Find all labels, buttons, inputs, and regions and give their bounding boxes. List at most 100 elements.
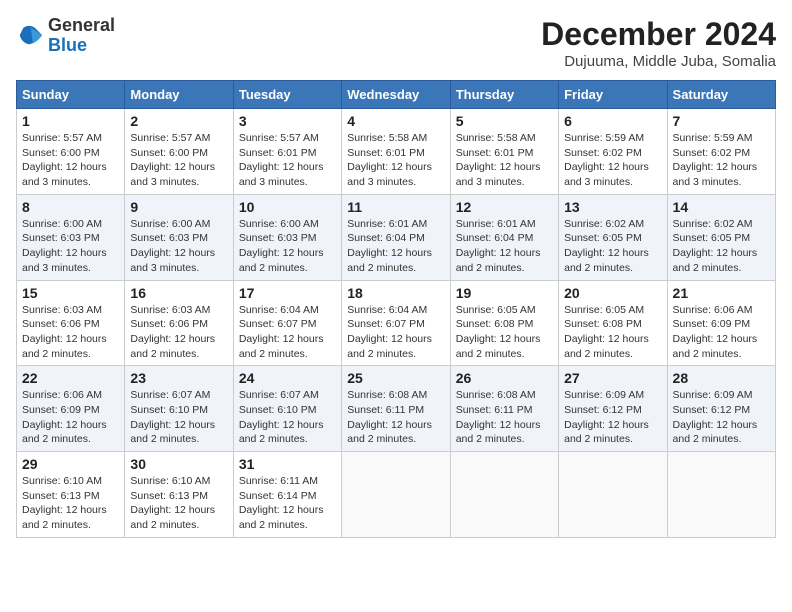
logo-general: General: [48, 15, 115, 35]
header-saturday: Saturday: [667, 81, 775, 109]
day-number: 5: [456, 113, 553, 129]
day-number: 9: [130, 199, 227, 215]
day-cell: 21 Sunrise: 6:06 AM Sunset: 6:09 PM Dayl…: [667, 280, 775, 366]
day-cell: 19 Sunrise: 6:05 AM Sunset: 6:08 PM Dayl…: [450, 280, 558, 366]
day-cell: 26 Sunrise: 6:08 AM Sunset: 6:11 PM Dayl…: [450, 366, 558, 452]
day-info: Sunrise: 6:05 AM Sunset: 6:08 PM Dayligh…: [456, 303, 553, 362]
day-cell: 15 Sunrise: 6:03 AM Sunset: 6:06 PM Dayl…: [17, 280, 125, 366]
day-number: 15: [22, 285, 119, 301]
day-number: 6: [564, 113, 661, 129]
day-cell: 18 Sunrise: 6:04 AM Sunset: 6:07 PM Dayl…: [342, 280, 450, 366]
day-cell: 14 Sunrise: 6:02 AM Sunset: 6:05 PM Dayl…: [667, 194, 775, 280]
day-number: 28: [673, 370, 770, 386]
day-cell: 7 Sunrise: 5:59 AM Sunset: 6:02 PM Dayli…: [667, 109, 775, 195]
day-number: 1: [22, 113, 119, 129]
day-info: Sunrise: 6:07 AM Sunset: 6:10 PM Dayligh…: [130, 388, 227, 447]
day-cell: 29 Sunrise: 6:10 AM Sunset: 6:13 PM Dayl…: [17, 452, 125, 538]
day-number: 14: [673, 199, 770, 215]
day-cell: 12 Sunrise: 6:01 AM Sunset: 6:04 PM Dayl…: [450, 194, 558, 280]
day-cell: 5 Sunrise: 5:58 AM Sunset: 6:01 PM Dayli…: [450, 109, 558, 195]
day-info: Sunrise: 6:10 AM Sunset: 6:13 PM Dayligh…: [130, 474, 227, 533]
header-tuesday: Tuesday: [233, 81, 341, 109]
day-info: Sunrise: 6:01 AM Sunset: 6:04 PM Dayligh…: [456, 217, 553, 276]
calendar-title: December 2024: [541, 16, 776, 53]
day-number: 24: [239, 370, 336, 386]
week-row-3: 15 Sunrise: 6:03 AM Sunset: 6:06 PM Dayl…: [17, 280, 776, 366]
day-cell: 25 Sunrise: 6:08 AM Sunset: 6:11 PM Dayl…: [342, 366, 450, 452]
day-cell: 22 Sunrise: 6:06 AM Sunset: 6:09 PM Dayl…: [17, 366, 125, 452]
week-row-1: 1 Sunrise: 5:57 AM Sunset: 6:00 PM Dayli…: [17, 109, 776, 195]
day-number: 22: [22, 370, 119, 386]
day-info: Sunrise: 6:03 AM Sunset: 6:06 PM Dayligh…: [130, 303, 227, 362]
day-number: 12: [456, 199, 553, 215]
week-row-5: 29 Sunrise: 6:10 AM Sunset: 6:13 PM Dayl…: [17, 452, 776, 538]
day-number: 3: [239, 113, 336, 129]
day-number: 17: [239, 285, 336, 301]
logo-icon: [16, 22, 44, 50]
day-cell: 10 Sunrise: 6:00 AM Sunset: 6:03 PM Dayl…: [233, 194, 341, 280]
header-monday: Monday: [125, 81, 233, 109]
day-number: 10: [239, 199, 336, 215]
header-sunday: Sunday: [17, 81, 125, 109]
day-info: Sunrise: 5:59 AM Sunset: 6:02 PM Dayligh…: [673, 131, 770, 190]
day-cell: 28 Sunrise: 6:09 AM Sunset: 6:12 PM Dayl…: [667, 366, 775, 452]
day-info: Sunrise: 6:09 AM Sunset: 6:12 PM Dayligh…: [673, 388, 770, 447]
day-cell: 13 Sunrise: 6:02 AM Sunset: 6:05 PM Dayl…: [559, 194, 667, 280]
day-cell: 4 Sunrise: 5:58 AM Sunset: 6:01 PM Dayli…: [342, 109, 450, 195]
day-info: Sunrise: 6:00 AM Sunset: 6:03 PM Dayligh…: [239, 217, 336, 276]
day-number: 19: [456, 285, 553, 301]
day-cell: 24 Sunrise: 6:07 AM Sunset: 6:10 PM Dayl…: [233, 366, 341, 452]
header-thursday: Thursday: [450, 81, 558, 109]
day-info: Sunrise: 6:10 AM Sunset: 6:13 PM Dayligh…: [22, 474, 119, 533]
day-cell: 9 Sunrise: 6:00 AM Sunset: 6:03 PM Dayli…: [125, 194, 233, 280]
day-info: Sunrise: 6:01 AM Sunset: 6:04 PM Dayligh…: [347, 217, 444, 276]
day-info: Sunrise: 6:11 AM Sunset: 6:14 PM Dayligh…: [239, 474, 336, 533]
day-number: 23: [130, 370, 227, 386]
title-section: December 2024 Dujuuma, Middle Juba, Soma…: [541, 16, 776, 70]
day-number: 31: [239, 456, 336, 472]
calendar-subtitle: Dujuuma, Middle Juba, Somalia: [541, 53, 776, 70]
page-header: General Blue December 2024 Dujuuma, Midd…: [16, 16, 776, 70]
day-number: 20: [564, 285, 661, 301]
day-info: Sunrise: 6:03 AM Sunset: 6:06 PM Dayligh…: [22, 303, 119, 362]
day-info: Sunrise: 5:58 AM Sunset: 6:01 PM Dayligh…: [347, 131, 444, 190]
day-info: Sunrise: 6:00 AM Sunset: 6:03 PM Dayligh…: [130, 217, 227, 276]
day-info: Sunrise: 6:04 AM Sunset: 6:07 PM Dayligh…: [239, 303, 336, 362]
day-cell: [450, 452, 558, 538]
day-info: Sunrise: 6:05 AM Sunset: 6:08 PM Dayligh…: [564, 303, 661, 362]
day-info: Sunrise: 6:06 AM Sunset: 6:09 PM Dayligh…: [673, 303, 770, 362]
day-cell: 11 Sunrise: 6:01 AM Sunset: 6:04 PM Dayl…: [342, 194, 450, 280]
day-cell: 27 Sunrise: 6:09 AM Sunset: 6:12 PM Dayl…: [559, 366, 667, 452]
day-info: Sunrise: 5:57 AM Sunset: 6:00 PM Dayligh…: [130, 131, 227, 190]
day-cell: 23 Sunrise: 6:07 AM Sunset: 6:10 PM Dayl…: [125, 366, 233, 452]
header-friday: Friday: [559, 81, 667, 109]
day-number: 26: [456, 370, 553, 386]
day-cell: [667, 452, 775, 538]
day-cell: 2 Sunrise: 5:57 AM Sunset: 6:00 PM Dayli…: [125, 109, 233, 195]
day-info: Sunrise: 5:58 AM Sunset: 6:01 PM Dayligh…: [456, 131, 553, 190]
day-number: 30: [130, 456, 227, 472]
week-row-4: 22 Sunrise: 6:06 AM Sunset: 6:09 PM Dayl…: [17, 366, 776, 452]
logo: General Blue: [16, 16, 115, 56]
day-number: 18: [347, 285, 444, 301]
day-number: 16: [130, 285, 227, 301]
day-info: Sunrise: 6:04 AM Sunset: 6:07 PM Dayligh…: [347, 303, 444, 362]
day-info: Sunrise: 5:57 AM Sunset: 6:01 PM Dayligh…: [239, 131, 336, 190]
day-number: 7: [673, 113, 770, 129]
day-info: Sunrise: 6:07 AM Sunset: 6:10 PM Dayligh…: [239, 388, 336, 447]
day-cell: 1 Sunrise: 5:57 AM Sunset: 6:00 PM Dayli…: [17, 109, 125, 195]
day-cell: 20 Sunrise: 6:05 AM Sunset: 6:08 PM Dayl…: [559, 280, 667, 366]
calendar-table: SundayMondayTuesdayWednesdayThursdayFrid…: [16, 80, 776, 538]
day-number: 13: [564, 199, 661, 215]
day-number: 4: [347, 113, 444, 129]
day-cell: [559, 452, 667, 538]
logo-text: General Blue: [48, 16, 115, 56]
day-number: 29: [22, 456, 119, 472]
day-cell: 3 Sunrise: 5:57 AM Sunset: 6:01 PM Dayli…: [233, 109, 341, 195]
day-number: 11: [347, 199, 444, 215]
day-info: Sunrise: 6:02 AM Sunset: 6:05 PM Dayligh…: [564, 217, 661, 276]
day-cell: 16 Sunrise: 6:03 AM Sunset: 6:06 PM Dayl…: [125, 280, 233, 366]
day-info: Sunrise: 6:08 AM Sunset: 6:11 PM Dayligh…: [456, 388, 553, 447]
calendar-header-row: SundayMondayTuesdayWednesdayThursdayFrid…: [17, 81, 776, 109]
day-cell: 30 Sunrise: 6:10 AM Sunset: 6:13 PM Dayl…: [125, 452, 233, 538]
